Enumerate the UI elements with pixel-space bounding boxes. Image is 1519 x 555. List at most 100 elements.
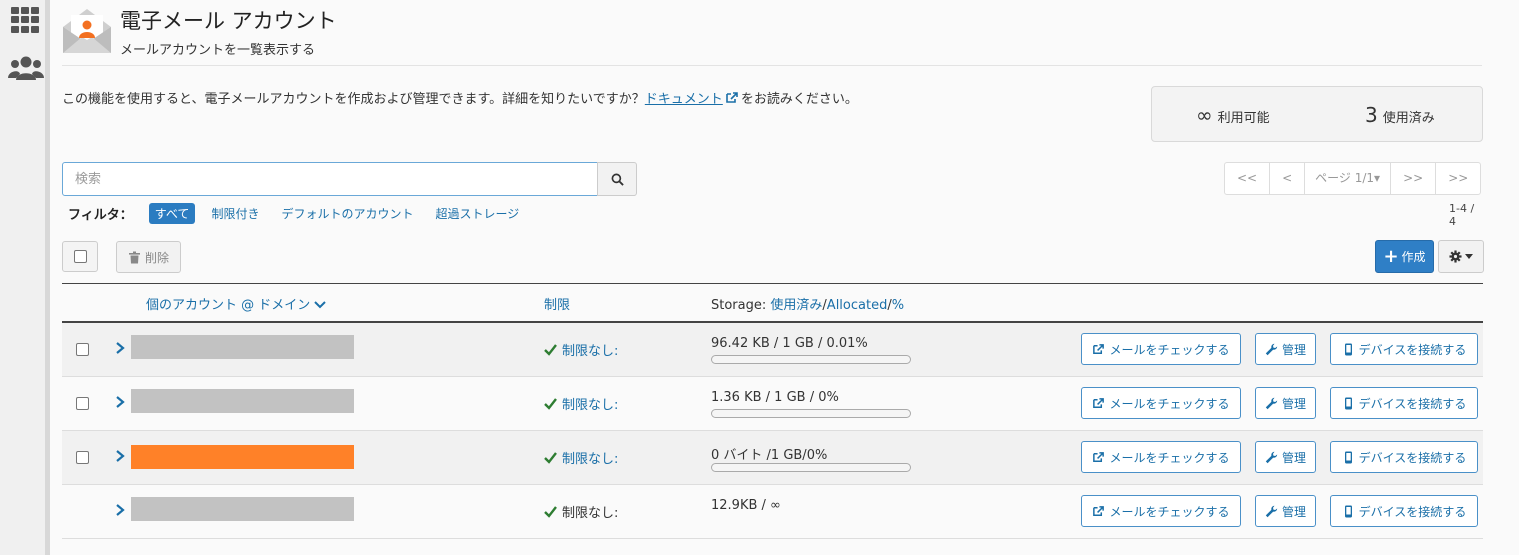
limit-status: 制限なし:	[544, 502, 618, 521]
expand-chevron-icon[interactable]	[114, 339, 126, 357]
filter-label: フィルタ：	[68, 208, 133, 223]
pager-next[interactable]: >>	[1391, 163, 1437, 194]
select-all-checkbox[interactable]	[62, 241, 98, 272]
documentation-link[interactable]: ドキュメント	[645, 92, 723, 107]
mobile-phone-icon	[1344, 505, 1352, 517]
expand-chevron-icon[interactable]	[114, 501, 126, 519]
pager-first[interactable]: <<	[1225, 163, 1271, 194]
filter-default-account[interactable]: デフォルトのアカウント	[275, 203, 419, 224]
storage-usage: 1.36 KB / 1 GB / 0%	[711, 390, 839, 405]
description-text: この機能を使用すると、電子メールアカウントを作成および管理できます。詳細を知りた…	[62, 92, 645, 107]
email-account-icon	[63, 9, 111, 53]
external-link-icon	[1093, 397, 1105, 408]
manage-label: 管理	[1281, 450, 1306, 465]
limit-status[interactable]: 制限なし:	[544, 448, 618, 467]
description-text-tail: をお読みください。	[740, 92, 858, 107]
search-button[interactable]	[597, 162, 637, 196]
wrench-icon	[1265, 451, 1278, 463]
external-link-icon[interactable]	[725, 92, 739, 104]
limit-status[interactable]: 制限なし:	[544, 394, 618, 413]
chevron-down-icon	[314, 301, 327, 309]
account-name-redacted[interactable]	[131, 445, 354, 469]
checkmark-icon	[544, 398, 557, 410]
delete-button[interactable]: 削除	[116, 241, 181, 273]
available-value: ∞	[1196, 103, 1213, 127]
manage-label: 管理	[1281, 396, 1306, 411]
delete-label: 削除	[144, 250, 169, 265]
filter-restricted[interactable]: 制限付き	[205, 203, 265, 224]
trash-icon	[128, 251, 140, 263]
used-label: 使用済み	[1382, 111, 1435, 126]
storage-usage: 12.9KB / ∞	[711, 498, 781, 513]
table-row: 制限なし: 96.42 KB / 1 GB / 0.01% メールをチェックする 管理…	[62, 323, 1483, 377]
mobile-phone-icon	[1344, 343, 1352, 355]
create-label: 作成	[1401, 250, 1426, 264]
expand-chevron-icon[interactable]	[114, 393, 126, 411]
column-account-label: 個のアカウント @ ドメイン	[146, 298, 311, 313]
pager-page-select[interactable]: ページ 1/1▾	[1305, 163, 1392, 194]
search-icon	[611, 173, 624, 186]
table-header: 個のアカウント @ ドメイン 制限 Storage: 使用済み/Allocate…	[62, 283, 1483, 323]
available-stat: ∞ 利用可能	[1196, 103, 1270, 127]
sort-used[interactable]: 使用済み	[770, 298, 822, 313]
settings-dropdown-button[interactable]	[1438, 240, 1484, 273]
expand-chevron-icon[interactable]	[114, 447, 126, 465]
storage-label: Storage:	[711, 298, 771, 313]
account-name-redacted[interactable]	[131, 389, 354, 413]
check-email-button[interactable]: メールをチェックする	[1081, 333, 1241, 365]
row-checkbox[interactable]	[76, 451, 89, 464]
create-button[interactable]: + 作成	[1375, 240, 1434, 273]
manage-label: 管理	[1281, 342, 1306, 357]
limit-text: 制限なし:	[562, 506, 619, 521]
checkmark-icon	[544, 506, 557, 518]
rail-scrollbar[interactable]	[45, 0, 50, 555]
limit-status[interactable]: 制限なし:	[544, 340, 618, 359]
check-email-label: メールをチェックする	[1109, 342, 1230, 357]
storage-progress-bar	[711, 463, 911, 472]
row-checkbox[interactable]	[76, 397, 89, 410]
storage-progress-bar	[711, 409, 911, 418]
column-limit-label[interactable]: 制限	[544, 294, 570, 313]
pager-prev[interactable]: <	[1270, 163, 1306, 194]
page-subtitle: メールアカウントを一覧表示する	[120, 43, 316, 58]
table-row: 制限なし: 1.36 KB / 1 GB / 0% メールをチェックする 管理 デバイス…	[62, 377, 1483, 431]
header-divider	[62, 65, 1482, 66]
limit-text: 制限なし:	[562, 452, 619, 467]
storage-usage: 96.42 KB / 1 GB / 0.01%	[711, 336, 868, 351]
connect-device-label: デバイスを接続する	[1358, 396, 1467, 411]
check-email-button[interactable]: メールをチェックする	[1081, 441, 1241, 473]
check-email-label: メールをチェックする	[1109, 504, 1230, 519]
plus-icon: +	[1383, 245, 1399, 267]
storage-usage: 0 バイト /1 GB/0%	[711, 448, 828, 463]
users-icon[interactable]	[8, 54, 44, 82]
account-name-redacted[interactable]	[131, 335, 354, 359]
manage-label: 管理	[1281, 504, 1306, 519]
apps-grid-icon[interactable]	[11, 7, 39, 33]
connect-device-button[interactable]: デバイスを接続する	[1330, 495, 1478, 527]
connect-device-button[interactable]: デバイスを接続する	[1330, 333, 1478, 365]
manage-button[interactable]: 管理	[1255, 387, 1316, 419]
row-checkbox[interactable]	[76, 343, 89, 356]
checkmark-icon	[544, 344, 557, 356]
manage-button[interactable]: 管理	[1255, 441, 1316, 473]
check-email-button[interactable]: メールをチェックする	[1081, 495, 1241, 527]
connect-device-button[interactable]: デバイスを接続する	[1330, 387, 1478, 419]
connect-device-button[interactable]: デバイスを接続する	[1330, 441, 1478, 473]
check-email-label: メールをチェックする	[1109, 450, 1230, 465]
sort-account-column[interactable]: 個のアカウント @ ドメイン	[146, 294, 327, 313]
pager-last[interactable]: >>	[1436, 163, 1480, 194]
result-count: 1-4 / 4	[1449, 202, 1475, 228]
filter-bar: フィルタ： すべて 制限付き デフォルトのアカウント 超過ストレージ	[68, 203, 535, 224]
sort-percent[interactable]: %	[892, 298, 904, 313]
search-input[interactable]	[62, 162, 598, 196]
sort-allocated[interactable]: Allocated	[827, 298, 888, 313]
mobile-phone-icon	[1344, 397, 1352, 409]
account-name-redacted[interactable]	[131, 497, 354, 521]
connect-device-label: デバイスを接続する	[1358, 342, 1467, 357]
limit-text: 制限なし:	[562, 344, 619, 359]
manage-button[interactable]: 管理	[1255, 495, 1316, 527]
filter-all[interactable]: すべて	[148, 203, 196, 224]
manage-button[interactable]: 管理	[1255, 333, 1316, 365]
check-email-button[interactable]: メールをチェックする	[1081, 387, 1241, 419]
filter-over-storage[interactable]: 超過ストレージ	[429, 203, 525, 224]
